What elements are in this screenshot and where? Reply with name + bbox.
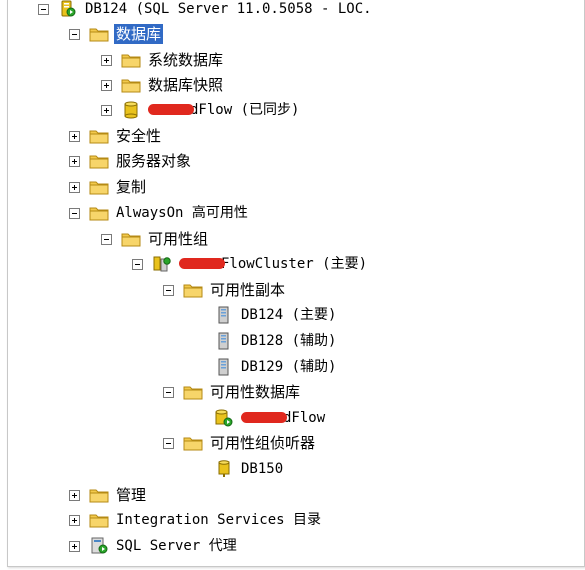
folder-icon bbox=[121, 76, 141, 94]
tree-node-database-snapshots[interactable]: 数据库快照 bbox=[101, 73, 225, 97]
cluster-text: FlowCluster (主要) bbox=[221, 256, 368, 272]
tree-node-security[interactable]: 安全性 bbox=[69, 124, 163, 148]
folder-icon bbox=[121, 230, 141, 248]
tree-node-system-databases[interactable]: 系统数据库 bbox=[101, 48, 225, 72]
databases-label: 数据库 bbox=[114, 24, 164, 44]
tree-node-sql-agent[interactable]: SQL Server 代理 bbox=[69, 534, 239, 558]
redaction-mark bbox=[148, 103, 194, 115]
availability-groups-label: 可用性组 bbox=[148, 230, 209, 248]
availability-group-icon bbox=[152, 255, 172, 273]
tree-node-replica[interactable]: DB124 (主要) bbox=[214, 303, 338, 327]
tree-node-availability-database[interactable]: dFlow bbox=[214, 406, 327, 430]
expand-toggle[interactable] bbox=[101, 54, 112, 66]
tree-node-server-objects[interactable]: 服务器对象 bbox=[69, 149, 193, 173]
folder-icon bbox=[89, 152, 109, 170]
availability-databases-label: 可用性数据库 bbox=[210, 383, 301, 401]
tree-node-alwayson[interactable]: AlwaysOn 高可用性 bbox=[69, 201, 250, 225]
folder-icon bbox=[89, 486, 109, 504]
workflow-db-label: dFlow (已同步) bbox=[146, 100, 301, 120]
expand-toggle[interactable] bbox=[69, 489, 80, 501]
redaction-mark bbox=[241, 411, 287, 423]
tree-node-databases[interactable]: 数据库 bbox=[69, 22, 164, 46]
folder-icon bbox=[89, 511, 109, 529]
replica-server-icon bbox=[214, 306, 234, 324]
collapse-toggle[interactable] bbox=[132, 258, 143, 270]
expand-toggle[interactable] bbox=[101, 79, 112, 91]
availability-listeners-label: 可用性组侦听器 bbox=[210, 434, 316, 452]
collapse-toggle[interactable] bbox=[163, 437, 174, 449]
system-databases-label: 系统数据库 bbox=[148, 51, 224, 69]
tree-node-replication[interactable]: 复制 bbox=[69, 175, 148, 199]
folder-icon bbox=[183, 281, 203, 299]
sql-agent-label: SQL Server 代理 bbox=[116, 538, 237, 554]
cluster-label: FlowCluster (主要) bbox=[177, 254, 369, 274]
workflow-db-text: dFlow (已同步) bbox=[190, 102, 300, 118]
replication-label: 复制 bbox=[116, 178, 147, 196]
expand-toggle[interactable] bbox=[69, 155, 80, 167]
collapse-toggle[interactable] bbox=[69, 28, 80, 40]
collapse-toggle[interactable] bbox=[163, 284, 174, 296]
tree-node-server[interactable]: DB124 (SQL Server 11.0.5058 - LOC. bbox=[38, 0, 374, 21]
folder-icon bbox=[89, 178, 109, 196]
collapse-toggle[interactable] bbox=[38, 3, 49, 15]
collapse-toggle[interactable] bbox=[69, 207, 80, 219]
server-icon bbox=[58, 0, 78, 18]
tree-node-replica[interactable]: DB128 (辅助) bbox=[214, 329, 338, 353]
folder-icon bbox=[89, 25, 109, 43]
expand-toggle[interactable] bbox=[69, 130, 80, 142]
collapse-toggle[interactable] bbox=[101, 233, 112, 245]
expand-toggle[interactable] bbox=[69, 181, 80, 193]
server-objects-label: 服务器对象 bbox=[116, 152, 192, 170]
tree-node-management[interactable]: 管理 bbox=[69, 483, 148, 507]
collapse-toggle[interactable] bbox=[163, 386, 174, 398]
folder-icon bbox=[183, 383, 203, 401]
folder-icon bbox=[183, 434, 203, 452]
tree-node-listener[interactable]: DB150 bbox=[214, 457, 285, 481]
replica-server-icon bbox=[214, 332, 234, 350]
listener-icon bbox=[214, 460, 234, 478]
tree-node-workflow-database[interactable]: dFlow (已同步) bbox=[101, 98, 301, 122]
availability-database-label: dFlow bbox=[239, 408, 327, 428]
availability-replicas-label: 可用性副本 bbox=[210, 281, 286, 299]
replica-label: DB129 (辅助) bbox=[241, 359, 337, 375]
alwayson-label: AlwaysOn 高可用性 bbox=[116, 205, 248, 221]
redaction-mark bbox=[179, 257, 225, 269]
tree-node-availability-groups[interactable]: 可用性组 bbox=[101, 227, 210, 251]
expand-toggle[interactable] bbox=[69, 540, 80, 552]
tree-node-availability-databases[interactable]: 可用性数据库 bbox=[163, 380, 302, 404]
database-icon bbox=[214, 409, 234, 427]
folder-icon bbox=[89, 127, 109, 145]
tree-node-availability-listeners[interactable]: 可用性组侦听器 bbox=[163, 431, 317, 455]
expand-toggle[interactable] bbox=[69, 514, 80, 526]
tree-node-availability-replicas[interactable]: 可用性副本 bbox=[163, 278, 287, 302]
replica-label: DB128 (辅助) bbox=[241, 333, 337, 349]
tree-node-integration-services[interactable]: Integration Services 目录 bbox=[69, 508, 323, 532]
object-explorer-tree: DB124 (SQL Server 11.0.5058 - LOC. 数据库 系… bbox=[0, 0, 585, 570]
security-label: 安全性 bbox=[116, 127, 162, 145]
tree-node-replica[interactable]: DB129 (辅助) bbox=[214, 355, 338, 379]
server-label: DB124 (SQL Server 11.0.5058 - LOC. bbox=[85, 1, 372, 17]
expand-toggle[interactable] bbox=[101, 104, 112, 116]
folder-icon bbox=[89, 204, 109, 222]
database-snapshots-label: 数据库快照 bbox=[148, 76, 224, 94]
replica-label: DB124 (主要) bbox=[241, 307, 337, 323]
replica-server-icon bbox=[214, 358, 234, 376]
integration-services-label: Integration Services 目录 bbox=[116, 512, 322, 528]
management-label: 管理 bbox=[116, 486, 147, 504]
database-icon bbox=[121, 101, 141, 119]
availability-database-text: dFlow bbox=[283, 410, 326, 426]
tree-node-availability-group-cluster[interactable]: FlowCluster (主要) bbox=[132, 252, 369, 276]
folder-icon bbox=[121, 51, 141, 69]
sql-agent-icon bbox=[89, 537, 109, 555]
listener-label: DB150 bbox=[241, 461, 284, 477]
